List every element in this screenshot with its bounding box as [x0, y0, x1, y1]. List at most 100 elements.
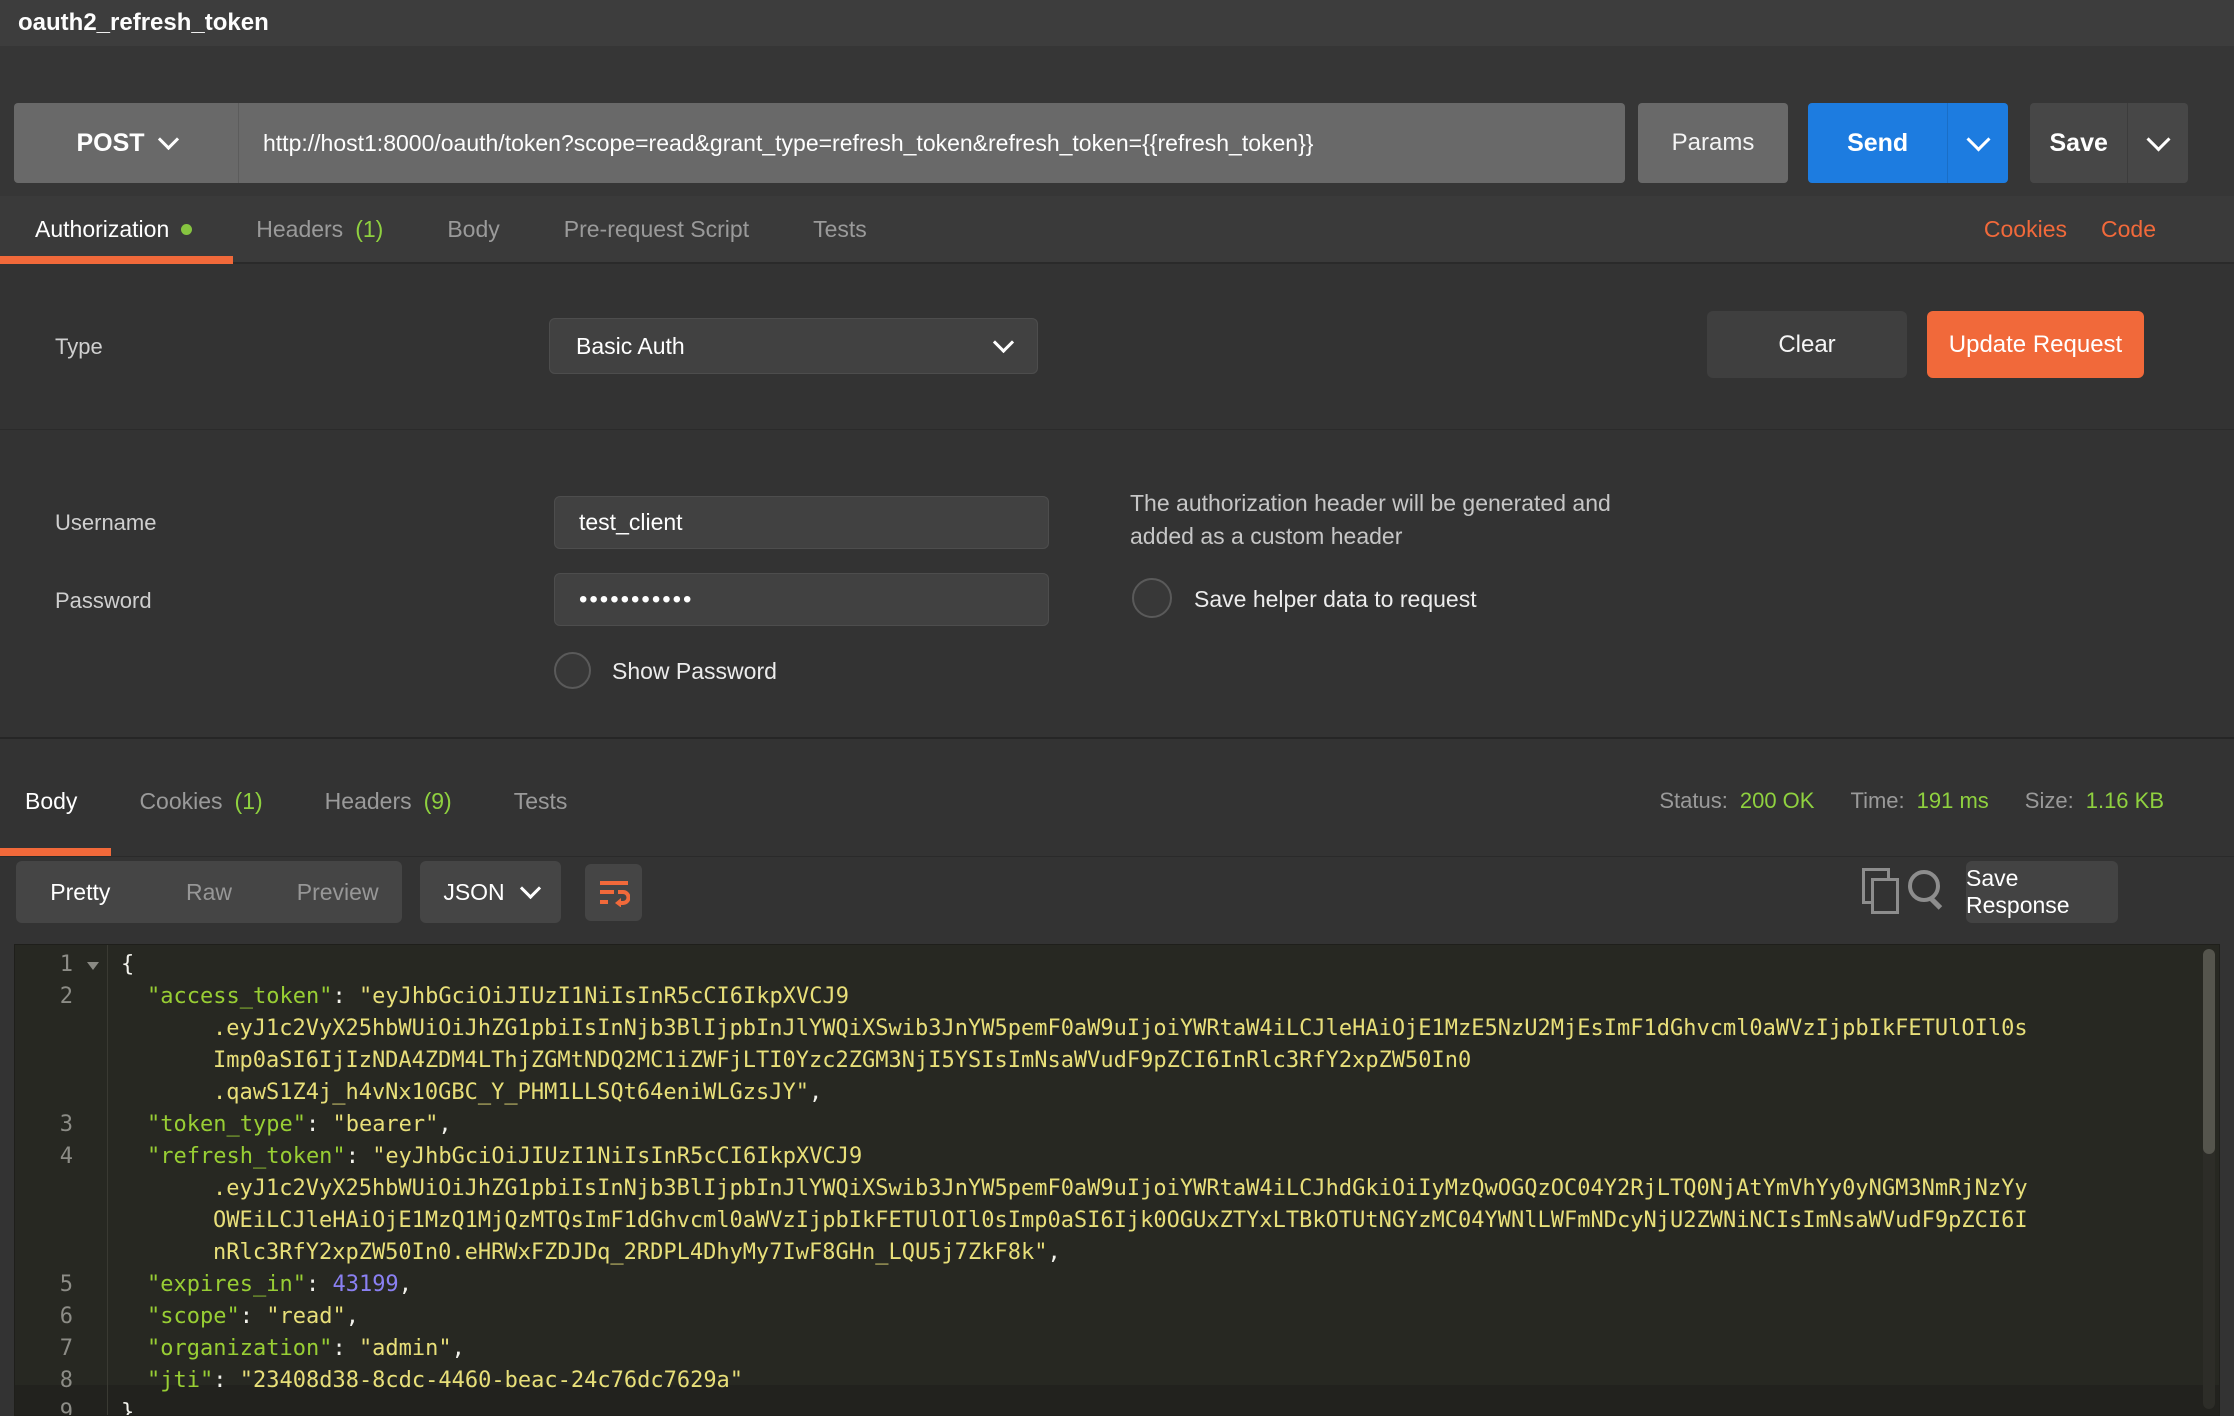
title-bar: oauth2_refresh_token — [0, 0, 2234, 46]
code-token: , — [1047, 1240, 1060, 1265]
link-cookies[interactable]: Cookies — [1984, 216, 2067, 243]
code-line[interactable]: .qawS1Z4j_h4vNx10GBC_Y_PHM1LLSQt64eniWLG… — [15, 1077, 2219, 1109]
postman-app: oauth2_refresh_token POST http://host1:8… — [0, 0, 2234, 1416]
tab-tests[interactable]: Tests — [813, 216, 867, 243]
response-tab-tests[interactable]: Tests — [514, 788, 568, 815]
chevron-down-icon — [1966, 127, 1990, 151]
code-token: { — [121, 952, 134, 977]
code-token: : — [332, 1336, 359, 1361]
save-helper-radio[interactable] — [1132, 578, 1172, 618]
status-indicator: Status: 200 OK — [1659, 788, 1814, 814]
code-token: : — [213, 1368, 240, 1393]
code-line[interactable]: .eyJ1c2VyX25hbWUiOiJhZG1pbiIsInNjb3BlIjp… — [15, 1013, 2219, 1045]
wrap-text-button[interactable] — [585, 864, 642, 921]
tab-body[interactable]: Body — [447, 216, 499, 243]
send-button[interactable]: Send — [1808, 103, 1947, 183]
status-label: Status: — [1659, 788, 1727, 814]
save-dropdown-button[interactable] — [2127, 103, 2188, 183]
link-code[interactable]: Code — [2101, 216, 2156, 243]
response-tab-cookies[interactable]: Cookies(1) — [139, 788, 262, 815]
view-mode-raw[interactable]: Raw — [145, 879, 274, 906]
params-button[interactable]: Params — [1638, 103, 1788, 183]
line-number — [15, 1237, 107, 1269]
vertical-scrollbar-thumb[interactable] — [2203, 949, 2215, 1154]
code-line-content: "access_token": "eyJhbGciOiJIUzI1NiIsInR… — [107, 981, 2219, 1013]
code-token: : — [306, 1112, 333, 1137]
send-dropdown-button[interactable] — [1947, 103, 2008, 183]
time-value: 191 ms — [1917, 788, 1989, 814]
tab-authorization[interactable]: Authorization — [35, 216, 192, 243]
view-mode-preview[interactable]: Preview — [273, 879, 402, 906]
tab-label: Body — [25, 788, 77, 815]
response-format-select[interactable]: JSON — [420, 861, 561, 923]
response-tab-headers[interactable]: Headers(9) — [325, 788, 452, 815]
chevron-down-icon — [993, 332, 1014, 353]
chevron-down-icon — [2146, 127, 2170, 151]
code-token: .eyJ1c2VyX25hbWUiOiJhZG1pbiIsInNjb3BlIjp… — [213, 1016, 2028, 1041]
search-icon[interactable] — [1908, 868, 1948, 912]
line-number — [15, 1077, 107, 1109]
code-line[interactable]: 3"token_type": "bearer", — [15, 1109, 2219, 1141]
code-line-content: nRlc3RfY2xpZW50In0.eHRWxFZDJDq_2RDPL4Dhy… — [107, 1237, 2219, 1269]
code-line[interactable]: 2"access_token": "eyJhbGciOiJIUzI1NiIsIn… — [15, 981, 2219, 1013]
tab-label: Tests — [514, 788, 568, 815]
method-select[interactable]: POST — [14, 103, 239, 183]
response-view-mode-toggle: PrettyRawPreview — [16, 861, 402, 923]
status-value: 200 OK — [1740, 788, 1815, 814]
search-icon-lens — [1908, 870, 1940, 902]
auth-helper-note-line2: added as a custom header — [1130, 520, 1611, 553]
time-label: Time: — [1850, 788, 1904, 814]
wrap-text-icon — [598, 879, 630, 907]
tab-pre-request-script[interactable]: Pre-request Script — [564, 216, 749, 243]
code-line[interactable]: 8"jti": "23408d38-8cdc-4460-beac-24c76dc… — [15, 1365, 2219, 1397]
view-mode-pretty[interactable]: Pretty — [16, 879, 145, 906]
code-line[interactable]: nRlc3RfY2xpZW50In0.eHRWxFZDJDq_2RDPL4Dhy… — [15, 1237, 2219, 1269]
code-line[interactable]: Imp0aSI6IjIzNDA4ZDM4LThjZGMtNDQ2MC1iZWFj… — [15, 1045, 2219, 1077]
line-number: 4 — [15, 1141, 107, 1173]
code-line[interactable]: .eyJ1c2VyX25hbWUiOiJhZG1pbiIsInNjb3BlIjp… — [15, 1173, 2219, 1205]
code-line[interactable]: 9} — [15, 1397, 2219, 1416]
tab-label: Headers — [256, 216, 343, 243]
code-line[interactable]: 1{ — [15, 949, 2219, 981]
code-line-content: "expires_in": 43199, — [107, 1269, 2219, 1301]
code-line-content: "token_type": "bearer", — [107, 1109, 2219, 1141]
tab-count: (9) — [424, 788, 452, 815]
divider — [0, 429, 2234, 430]
tab-label: Tests — [813, 216, 867, 243]
code-token: OWEiLCJleHAiOjE1MzQ1MjQzMTQsImF1dGhvcml0… — [213, 1208, 2028, 1233]
code-token: , — [399, 1272, 412, 1297]
line-number: 1 — [15, 949, 107, 981]
response-tab-body[interactable]: Body — [25, 788, 77, 815]
password-input[interactable]: ••••••••••• — [554, 573, 1049, 626]
auth-type-select[interactable]: Basic Auth — [549, 318, 1038, 374]
clear-button[interactable]: Clear — [1707, 311, 1907, 378]
fold-arrow-icon[interactable] — [87, 962, 99, 970]
save-response-button[interactable]: Save Response — [1966, 861, 2118, 923]
url-value: http://host1:8000/oauth/token?scope=read… — [263, 130, 1313, 156]
url-input[interactable]: http://host1:8000/oauth/token?scope=read… — [239, 130, 1625, 157]
code-line[interactable]: 7"organization": "admin", — [15, 1333, 2219, 1365]
code-token: , — [438, 1112, 451, 1137]
save-button[interactable]: Save — [2030, 103, 2127, 183]
code-line-content: OWEiLCJleHAiOjE1MzQ1MjQzMTQsImF1dGhvcml0… — [107, 1205, 2219, 1237]
code-line[interactable]: 6"scope": "read", — [15, 1301, 2219, 1333]
code-token: "jti" — [147, 1368, 213, 1393]
username-input[interactable]: test_client — [554, 496, 1049, 549]
code-line[interactable]: OWEiLCJleHAiOjE1MzQ1MjQzMTQsImF1dGhvcml0… — [15, 1205, 2219, 1237]
code-line-content: "refresh_token": "eyJhbGciOiJIUzI1NiIsIn… — [107, 1141, 2219, 1173]
tab-label: Body — [447, 216, 499, 243]
send-button-group: Send — [1808, 103, 2008, 183]
show-password-radio[interactable] — [554, 652, 591, 689]
tab-headers[interactable]: Headers(1) — [256, 216, 383, 243]
response-tabs: Body Cookies(1) Headers(9) Tests — [25, 773, 567, 829]
copy-icon[interactable] — [1862, 868, 1896, 912]
line-number — [15, 1173, 107, 1205]
code-line[interactable]: 4"refresh_token": "eyJhbGciOiJIUzI1NiIsI… — [15, 1141, 2219, 1173]
code-line[interactable]: 5"expires_in": 43199, — [15, 1269, 2219, 1301]
request-links: Cookies Code — [1984, 196, 2156, 262]
vertical-scrollbar[interactable] — [2203, 949, 2215, 1409]
code-token: "eyJhbGciOiJIUzI1NiIsInR5cCI6IkpXVCJ9 — [372, 1144, 862, 1169]
type-label: Type — [55, 334, 103, 360]
update-request-button[interactable]: Update Request — [1927, 311, 2144, 378]
request-title: oauth2_refresh_token — [18, 0, 269, 46]
